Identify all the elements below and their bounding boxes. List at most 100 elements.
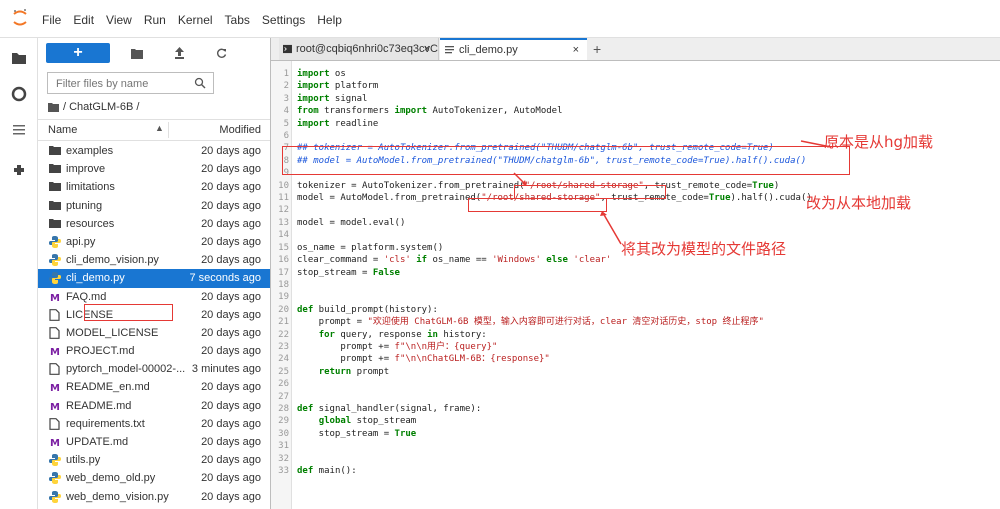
- code-line[interactable]: 30 stop_stream = True: [271, 428, 1000, 440]
- file-row[interactable]: M FAQ.md 20 days ago: [38, 288, 270, 306]
- file-name: web_demo_vision.py: [66, 490, 169, 503]
- file-row[interactable]: resources 20 days ago: [38, 215, 270, 233]
- svg-text:M: M: [50, 383, 60, 393]
- menu-edit[interactable]: Edit: [73, 12, 103, 28]
- refresh-button[interactable]: [206, 43, 236, 63]
- folder-icon: [49, 218, 61, 230]
- file-row[interactable]: pytorch_model-00002-... 3 minutes ago: [38, 360, 270, 378]
- home-folder-icon[interactable]: [48, 102, 59, 112]
- line-number: 26: [278, 379, 289, 390]
- code-line[interactable]: 5 import readline: [271, 118, 1000, 130]
- highlight-box-cli-demo: [84, 304, 173, 321]
- code-area[interactable]: 1 import os 2 import platform 3 import signal…: [271, 68, 1000, 477]
- file-row[interactable]: requirements.txt 20 days ago: [38, 415, 270, 433]
- upload-icon: [174, 47, 184, 59]
- file-row[interactable]: M README_en.md 20 days ago: [38, 378, 270, 396]
- code-line[interactable]: 4 from transformers import AutoTokenizer,…: [271, 105, 1000, 117]
- menu-file[interactable]: File: [42, 12, 70, 28]
- column-modified[interactable]: Modified: [219, 124, 261, 136]
- code-line[interactable]: 31: [271, 440, 1000, 452]
- file-name: web_demo_old.py: [66, 472, 156, 485]
- file-row[interactable]: cli_demo.py 7 seconds ago: [38, 269, 270, 288]
- file-row[interactable]: examples 20 days ago: [38, 142, 270, 160]
- svg-text:M: M: [50, 438, 60, 448]
- file-row[interactable]: web_demo_old.py 20 days ago: [38, 469, 270, 487]
- menu-tabs[interactable]: Tabs: [225, 12, 259, 28]
- file-row[interactable]: ptuning 20 days ago: [38, 197, 270, 215]
- file-filter-input[interactable]: [54, 74, 188, 94]
- running-icon[interactable]: [11, 86, 27, 102]
- line-text: prompt += f"\n\nChatGLM-6B：{response}": [297, 354, 550, 365]
- file-row[interactable]: M UPDATE.md 20 days ago: [38, 433, 270, 451]
- line-number: 29: [278, 416, 289, 427]
- upload-button[interactable]: [164, 43, 194, 63]
- line-number: 1: [283, 69, 289, 79]
- file-row[interactable]: limitations 20 days ago: [38, 178, 270, 196]
- code-line[interactable]: 19: [271, 291, 1000, 303]
- new-folder-button[interactable]: [122, 43, 152, 63]
- extension-icon[interactable]: [11, 162, 27, 178]
- code-line[interactable]: 32: [271, 453, 1000, 465]
- column-divider[interactable]: [168, 122, 169, 138]
- line-text: model = model.eval(): [297, 217, 406, 228]
- file-row[interactable]: M README.md 20 days ago: [38, 397, 270, 415]
- tab-terminal-close-icon[interactable]: ×: [424, 43, 430, 55]
- code-editor[interactable]: 1 import os 2 import platform 3 import signal…: [271, 61, 1000, 509]
- code-line[interactable]: 2 import platform: [271, 80, 1000, 92]
- table-of-contents-icon[interactable]: [11, 122, 27, 138]
- file-modified: 3 minutes ago: [191, 363, 261, 376]
- code-line[interactable]: 17 stop_stream = False: [271, 267, 1000, 279]
- code-line[interactable]: 13 model = model.eval(): [271, 217, 1000, 229]
- file-row[interactable]: MODEL_LICENSE 20 days ago: [38, 324, 270, 342]
- code-line[interactable]: 29 global stop_stream: [271, 415, 1000, 427]
- folder-icon[interactable]: [11, 50, 27, 66]
- code-line[interactable]: 28 def signal_handler(signal, frame):: [271, 403, 1000, 415]
- search-icon: [194, 77, 206, 89]
- line-number: 27: [278, 391, 289, 402]
- svg-text:M: M: [50, 402, 60, 412]
- code-line[interactable]: 33 def main():: [271, 465, 1000, 477]
- new-launcher-button[interactable]: +: [46, 43, 110, 63]
- menu-kernel[interactable]: Kernel: [178, 12, 222, 28]
- tab-cli-demo[interactable]: cli_demo.py ×: [440, 38, 587, 60]
- code-line[interactable]: 18: [271, 279, 1000, 291]
- code-line[interactable]: 24 prompt += f"\n\nChatGLM-6B：{response}…: [271, 353, 1000, 365]
- file-name: pytorch_model-00002-...: [66, 363, 186, 376]
- python-file-icon: [49, 254, 61, 267]
- menu-view[interactable]: View: [106, 12, 141, 28]
- file-row[interactable]: api.py 20 days ago: [38, 233, 270, 251]
- file-modified: 20 days ago: [201, 217, 261, 230]
- tab-cli-demo-close-icon[interactable]: ×: [573, 44, 579, 56]
- line-number: 5: [283, 118, 289, 129]
- code-line[interactable]: 20 def build_prompt(history):: [271, 304, 1000, 316]
- tab-terminal[interactable]: root@cqbiq6nhri0c73eq3cvC ×: [279, 38, 439, 60]
- file-row[interactable]: cli_demo_vision.py 20 days ago: [38, 251, 270, 269]
- line-number: 18: [278, 279, 289, 290]
- file-filter-field[interactable]: [47, 72, 214, 94]
- breadcrumb-path[interactable]: / ChatGLM-6B /: [63, 101, 139, 113]
- file-row[interactable]: improve 20 days ago: [38, 160, 270, 178]
- file-name: utils.py: [66, 454, 101, 467]
- column-name[interactable]: Name: [48, 124, 77, 136]
- file-row[interactable]: M PROJECT.md 20 days ago: [38, 342, 270, 360]
- code-line[interactable]: 27: [271, 391, 1000, 403]
- code-line[interactable]: 3 import signal: [271, 93, 1000, 105]
- code-line[interactable]: 26: [271, 378, 1000, 390]
- file-modified: 20 days ago: [201, 490, 261, 503]
- code-line[interactable]: 1 import os: [271, 68, 1000, 80]
- file-row[interactable]: web_demo_vision.py 20 days ago: [38, 488, 270, 506]
- code-line[interactable]: 25 return prompt: [271, 366, 1000, 378]
- line-number: 23: [278, 341, 289, 352]
- file-row[interactable]: utils.py 20 days ago: [38, 451, 270, 469]
- line-number: 15: [278, 242, 289, 253]
- file-modified: 20 days ago: [201, 290, 261, 303]
- code-line[interactable]: 21 prompt = "欢迎使用 ChatGLM-6B 模型，输入内容即可进行…: [271, 316, 1000, 328]
- new-tab-button[interactable]: +: [593, 41, 601, 57]
- line-text: for query, response in history:: [318, 329, 487, 340]
- code-line[interactable]: 22 for query, response in history:: [271, 329, 1000, 341]
- code-line[interactable]: 23 prompt += f"\n\n用户：{query}": [271, 341, 1000, 353]
- line-number: 19: [278, 292, 289, 303]
- menu-help[interactable]: Help: [317, 12, 351, 28]
- menu-settings[interactable]: Settings: [262, 12, 314, 28]
- menu-run[interactable]: Run: [144, 12, 175, 28]
